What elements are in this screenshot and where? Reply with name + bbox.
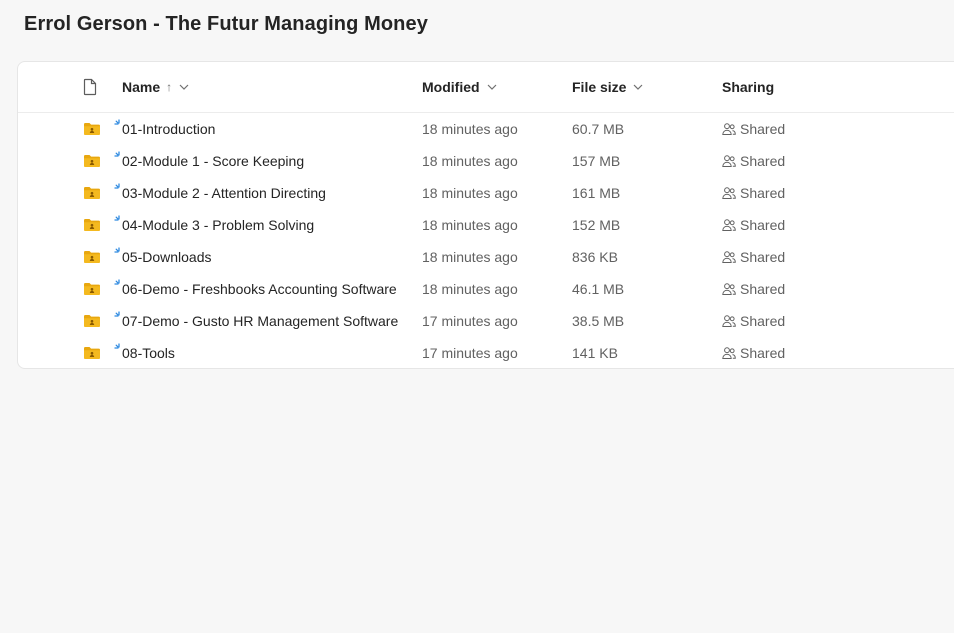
people-icon [722,123,736,135]
document-icon[interactable] [82,78,98,101]
people-icon [722,219,736,231]
sharing-label: Shared [740,313,786,329]
file-row[interactable]: 05-Downloads 18 minutes ago 836 KB Share… [18,241,954,273]
shared-folder-icon [83,122,101,141]
column-header-name[interactable]: Name ↑ [122,62,189,112]
shared-folder-icon [83,314,101,333]
file-row[interactable]: 08-Tools 17 minutes ago 141 KB Shared [18,337,954,369]
file-row[interactable]: 07-Demo - Gusto HR Management Software 1… [18,305,954,337]
file-size: 152 MB [572,217,621,233]
sort-ascending-indicator: ↑ [166,80,173,94]
file-size: 38.5 MB [572,313,625,329]
file-size: 141 KB [572,345,618,361]
modified-time: 18 minutes ago [422,249,518,265]
file-name-link[interactable]: 07-Demo - Gusto HR Management Software [122,305,398,337]
shared-folder-icon [83,154,101,173]
people-icon [722,251,736,263]
shared-folder-icon [83,218,101,237]
sharing-status[interactable]: Shared [722,145,785,177]
modified-time: 18 minutes ago [422,217,518,233]
people-icon [722,155,736,167]
file-name-link[interactable]: 03-Module 2 - Attention Directing [122,177,326,209]
file-name-link[interactable]: 05-Downloads [122,241,212,273]
sharing-status[interactable]: Shared [722,273,785,305]
modified-time: 18 minutes ago [422,281,518,297]
sharing-status[interactable]: Shared [722,241,785,273]
modified-time: 18 minutes ago [422,153,518,169]
file-size: 157 MB [572,153,621,169]
sharing-label: Shared [740,249,786,265]
file-row[interactable]: 01-Introduction 18 minutes ago 60.7 MB S… [18,113,954,145]
file-name-link[interactable]: 06-Demo - Freshbooks Accounting Software [122,273,397,305]
shared-folder-icon [83,250,101,269]
file-name-link[interactable]: 02-Module 1 - Score Keeping [122,145,304,177]
sharing-label: Shared [740,217,786,233]
modified-header-label: Modified [422,79,480,95]
file-size: 836 KB [572,249,618,265]
modified-time: 17 minutes ago [422,345,518,361]
file-size: 46.1 MB [572,281,625,297]
column-header-file-size[interactable]: File size [572,62,643,112]
file-name-link[interactable]: 01-Introduction [122,113,215,145]
sharing-label: Shared [740,345,786,361]
sharing-status[interactable]: Shared [722,337,785,369]
file-row[interactable]: 03-Module 2 - Attention Directing 18 min… [18,177,954,209]
shared-folder-icon [83,346,101,365]
column-header-row: Name ↑ Modified File size Sharing [18,62,954,113]
chevron-down-icon[interactable] [633,84,643,90]
sharing-label: Shared [740,185,786,201]
sharing-status[interactable]: Shared [722,177,785,209]
people-icon [722,187,736,199]
file-size: 60.7 MB [572,121,625,137]
sharing-status[interactable]: Shared [722,305,785,337]
file-list: Name ↑ Modified File size Sharing 01-Int… [17,61,954,369]
chevron-down-icon[interactable] [487,84,497,90]
sharing-header-label: Sharing [722,79,775,95]
people-icon [722,283,736,295]
file-name-link[interactable]: 08-Tools [122,337,175,369]
sharing-label: Shared [740,281,786,297]
file-row[interactable]: 02-Module 1 - Score Keeping 18 minutes a… [18,145,954,177]
shared-folder-icon [83,282,101,301]
modified-time: 17 minutes ago [422,313,518,329]
column-header-modified[interactable]: Modified [422,62,497,112]
people-icon [722,347,736,359]
modified-time: 18 minutes ago [422,185,518,201]
column-header-sharing[interactable]: Sharing [722,62,774,112]
chevron-down-icon[interactable] [179,84,189,90]
file-row[interactable]: 06-Demo - Freshbooks Accounting Software… [18,273,954,305]
page-title: Errol Gerson - The Futur Managing Money [24,13,428,35]
modified-time: 18 minutes ago [422,121,518,137]
file-size-header-label: File size [572,79,627,95]
name-header-label: Name [122,79,161,95]
file-name-link[interactable]: 04-Module 3 - Problem Solving [122,209,314,241]
file-row[interactable]: 04-Module 3 - Problem Solving 18 minutes… [18,209,954,241]
shared-folder-icon [83,186,101,205]
sharing-status[interactable]: Shared [722,113,785,145]
sharing-label: Shared [740,153,786,169]
people-icon [722,315,736,327]
file-size: 161 MB [572,185,621,201]
sharing-label: Shared [740,121,786,137]
sharing-status[interactable]: Shared [722,209,785,241]
